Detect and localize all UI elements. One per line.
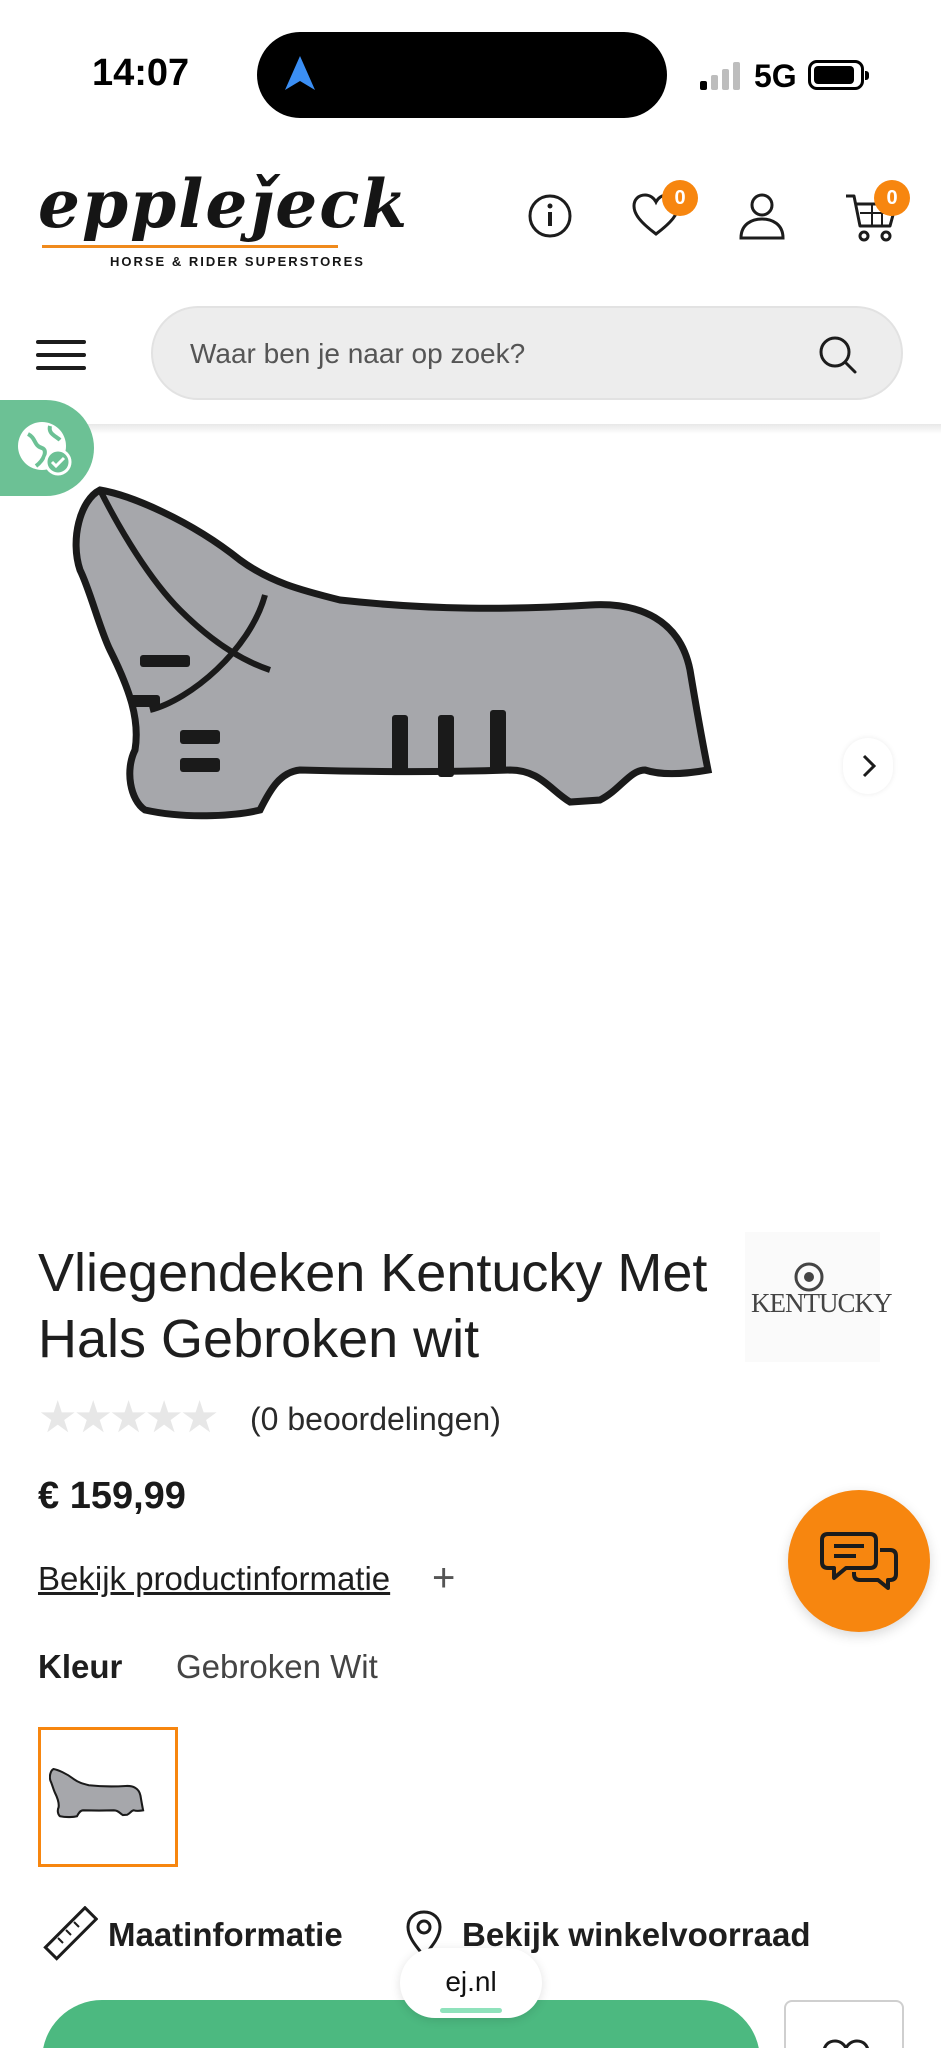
color-label: Kleur <box>38 1648 123 1685</box>
cart-count-badge: 0 <box>874 180 910 216</box>
wishlist-count-badge: 0 <box>662 180 698 216</box>
color-swatch-selected[interactable] <box>38 1727 178 1867</box>
info-icon <box>528 194 572 238</box>
logo-wordmark: eppleǰeck <box>38 165 410 243</box>
user-icon <box>739 193 785 240</box>
location-arrow-icon <box>285 56 315 90</box>
star-icon: ★ <box>108 1393 149 1442</box>
size-info-label: Maatinformatie <box>108 1916 343 1953</box>
account-button[interactable] <box>732 186 792 246</box>
url-indicator <box>440 2008 502 2013</box>
add-to-cart-button[interactable] <box>42 2000 760 2048</box>
info-button[interactable] <box>520 186 580 246</box>
cart-button[interactable]: 0 <box>842 180 910 246</box>
wishlist-button[interactable]: 0 <box>626 180 698 246</box>
signal-icon <box>700 60 744 90</box>
product-title: Vliegendeken Kentucky Met Hals Gebroken … <box>38 1243 708 1369</box>
star-icon: ★ <box>73 1393 113 1442</box>
hamburger-menu-icon[interactable] <box>36 340 86 370</box>
logo-underline <box>42 245 338 248</box>
product-image[interactable] <box>70 470 870 930</box>
star-icon: ★ <box>38 1393 78 1442</box>
add-to-wishlist-button[interactable] <box>784 2000 904 2048</box>
globe-check-icon <box>18 422 72 476</box>
chat-bubbles-icon <box>820 1532 898 1590</box>
ruler-icon <box>43 1906 98 1961</box>
star-icon: ★ <box>179 1393 220 1442</box>
chat-button[interactable] <box>788 1490 930 1632</box>
browser-url: ej.nl <box>445 1966 497 1997</box>
logo-tagline: HORSE & RIDER SUPERSTORES <box>110 254 365 269</box>
plus-icon[interactable]: + <box>432 1556 455 1601</box>
dynamic-island <box>257 32 667 118</box>
star-icon: ★ <box>144 1393 184 1442</box>
rating-stars: ★★★★★ <box>38 1393 219 1442</box>
heart-icon <box>823 2039 869 2048</box>
product-info-link[interactable]: Bekijk productinformatie <box>38 1560 390 1598</box>
status-bar: 14:07 5G <box>0 0 941 140</box>
next-image-button[interactable] <box>843 738 893 794</box>
search-icon[interactable] <box>817 334 859 376</box>
chevron-right-icon <box>862 754 877 778</box>
brand-name: KENTUCKY <box>751 1288 892 1318</box>
network-type: 5G <box>754 58 797 94</box>
color-value: Gebroken Wit <box>176 1648 378 1685</box>
swatch-thumbnail <box>49 1767 145 1819</box>
browser-url-pill[interactable]: ej.nl <box>400 1948 542 2018</box>
status-time: 14:07 <box>92 52 190 94</box>
brand-logo[interactable]: KENTUCKY <box>745 1232 892 1362</box>
product-price: € 159,99 <box>38 1475 186 1517</box>
search-input[interactable]: Waar ben je naar op zoek? <box>151 306 903 400</box>
search-placeholder: Waar ben je naar op zoek? <box>190 338 526 369</box>
review-count-link[interactable]: (0 beoordelingen) <box>250 1401 501 1438</box>
battery-icon <box>808 60 869 90</box>
header-divider <box>0 424 941 434</box>
